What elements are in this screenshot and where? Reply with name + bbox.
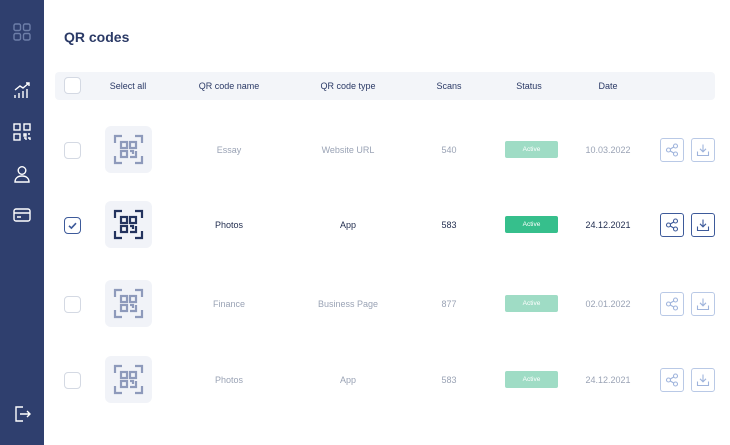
qr-thumbnail xyxy=(105,126,152,173)
download-button[interactable] xyxy=(691,368,715,392)
share-button[interactable] xyxy=(660,213,684,237)
sidebar xyxy=(0,0,44,445)
download-button[interactable] xyxy=(691,138,715,162)
table-row: Photos App 583 Active 24.12.2021 xyxy=(55,350,715,410)
share-button[interactable] xyxy=(660,292,684,316)
table-row: Photos App 583 Active 24.12.2021 xyxy=(55,195,715,255)
table-row: Essay Website URL 540 Active 10.03.2022 xyxy=(55,120,715,180)
user-icon[interactable] xyxy=(12,164,32,184)
logout-icon[interactable] xyxy=(12,404,32,424)
header-scans: Scans xyxy=(436,81,462,91)
scans-count: 583 xyxy=(441,375,457,385)
page-title: QR codes xyxy=(64,29,130,45)
qr-thumbnail xyxy=(105,201,152,248)
download-icon xyxy=(696,144,710,157)
header-type: QR code type xyxy=(320,81,376,91)
date-value: 24.12.2021 xyxy=(585,375,631,385)
status-badge: Active xyxy=(505,216,558,233)
qr-code-name: Photos xyxy=(214,375,244,385)
share-button[interactable] xyxy=(660,138,684,162)
credit-card-icon[interactable] xyxy=(12,205,32,225)
share-icon xyxy=(665,218,679,232)
qr-code-type: Website URL xyxy=(321,145,375,155)
qr-code-name: Photos xyxy=(214,220,244,230)
status-badge: Active xyxy=(505,141,558,158)
row-checkbox[interactable] xyxy=(64,372,81,389)
share-icon xyxy=(665,373,679,387)
row-checkbox[interactable] xyxy=(64,142,81,159)
analytics-chart-icon[interactable] xyxy=(12,80,32,100)
select-all-checkbox[interactable] xyxy=(64,77,81,94)
share-button[interactable] xyxy=(660,368,684,392)
qr-code-type: App xyxy=(339,375,356,385)
qr-thumbnail xyxy=(105,356,152,403)
status-badge: Active xyxy=(505,371,558,388)
row-checkbox[interactable] xyxy=(64,217,81,234)
dashboard-grid-icon[interactable] xyxy=(12,22,32,42)
header-name: QR code name xyxy=(198,81,260,91)
scans-count: 877 xyxy=(441,299,457,309)
qr-code-name: Essay xyxy=(216,145,242,155)
date-value: 10.03.2022 xyxy=(585,145,631,155)
scans-count: 583 xyxy=(441,220,457,230)
header-select-all[interactable]: Select all xyxy=(95,72,161,100)
qr-code-icon[interactable] xyxy=(12,122,32,142)
checkmark-icon xyxy=(68,222,77,230)
download-button[interactable] xyxy=(691,213,715,237)
date-value: 24.12.2021 xyxy=(585,220,631,230)
download-icon xyxy=(696,298,710,311)
share-icon xyxy=(665,143,679,157)
row-checkbox[interactable] xyxy=(64,296,81,313)
header-date: Date xyxy=(598,81,618,91)
qr-code-type: App xyxy=(339,220,356,230)
scans-count: 540 xyxy=(441,145,457,155)
download-icon xyxy=(696,374,710,387)
table-header: Select all QR code name QR code type Sca… xyxy=(55,72,715,100)
table-row: Finance Business Page 877 Active 02.01.2… xyxy=(55,274,715,334)
qr-code-name: Finance xyxy=(212,299,246,309)
share-icon xyxy=(665,297,679,311)
download-button[interactable] xyxy=(691,292,715,316)
header-status: Status xyxy=(516,81,542,91)
status-badge: Active xyxy=(505,295,558,312)
qr-thumbnail xyxy=(105,280,152,327)
date-value: 02.01.2022 xyxy=(585,299,631,309)
qr-code-type: Business Page xyxy=(317,299,379,309)
download-icon xyxy=(696,219,710,232)
